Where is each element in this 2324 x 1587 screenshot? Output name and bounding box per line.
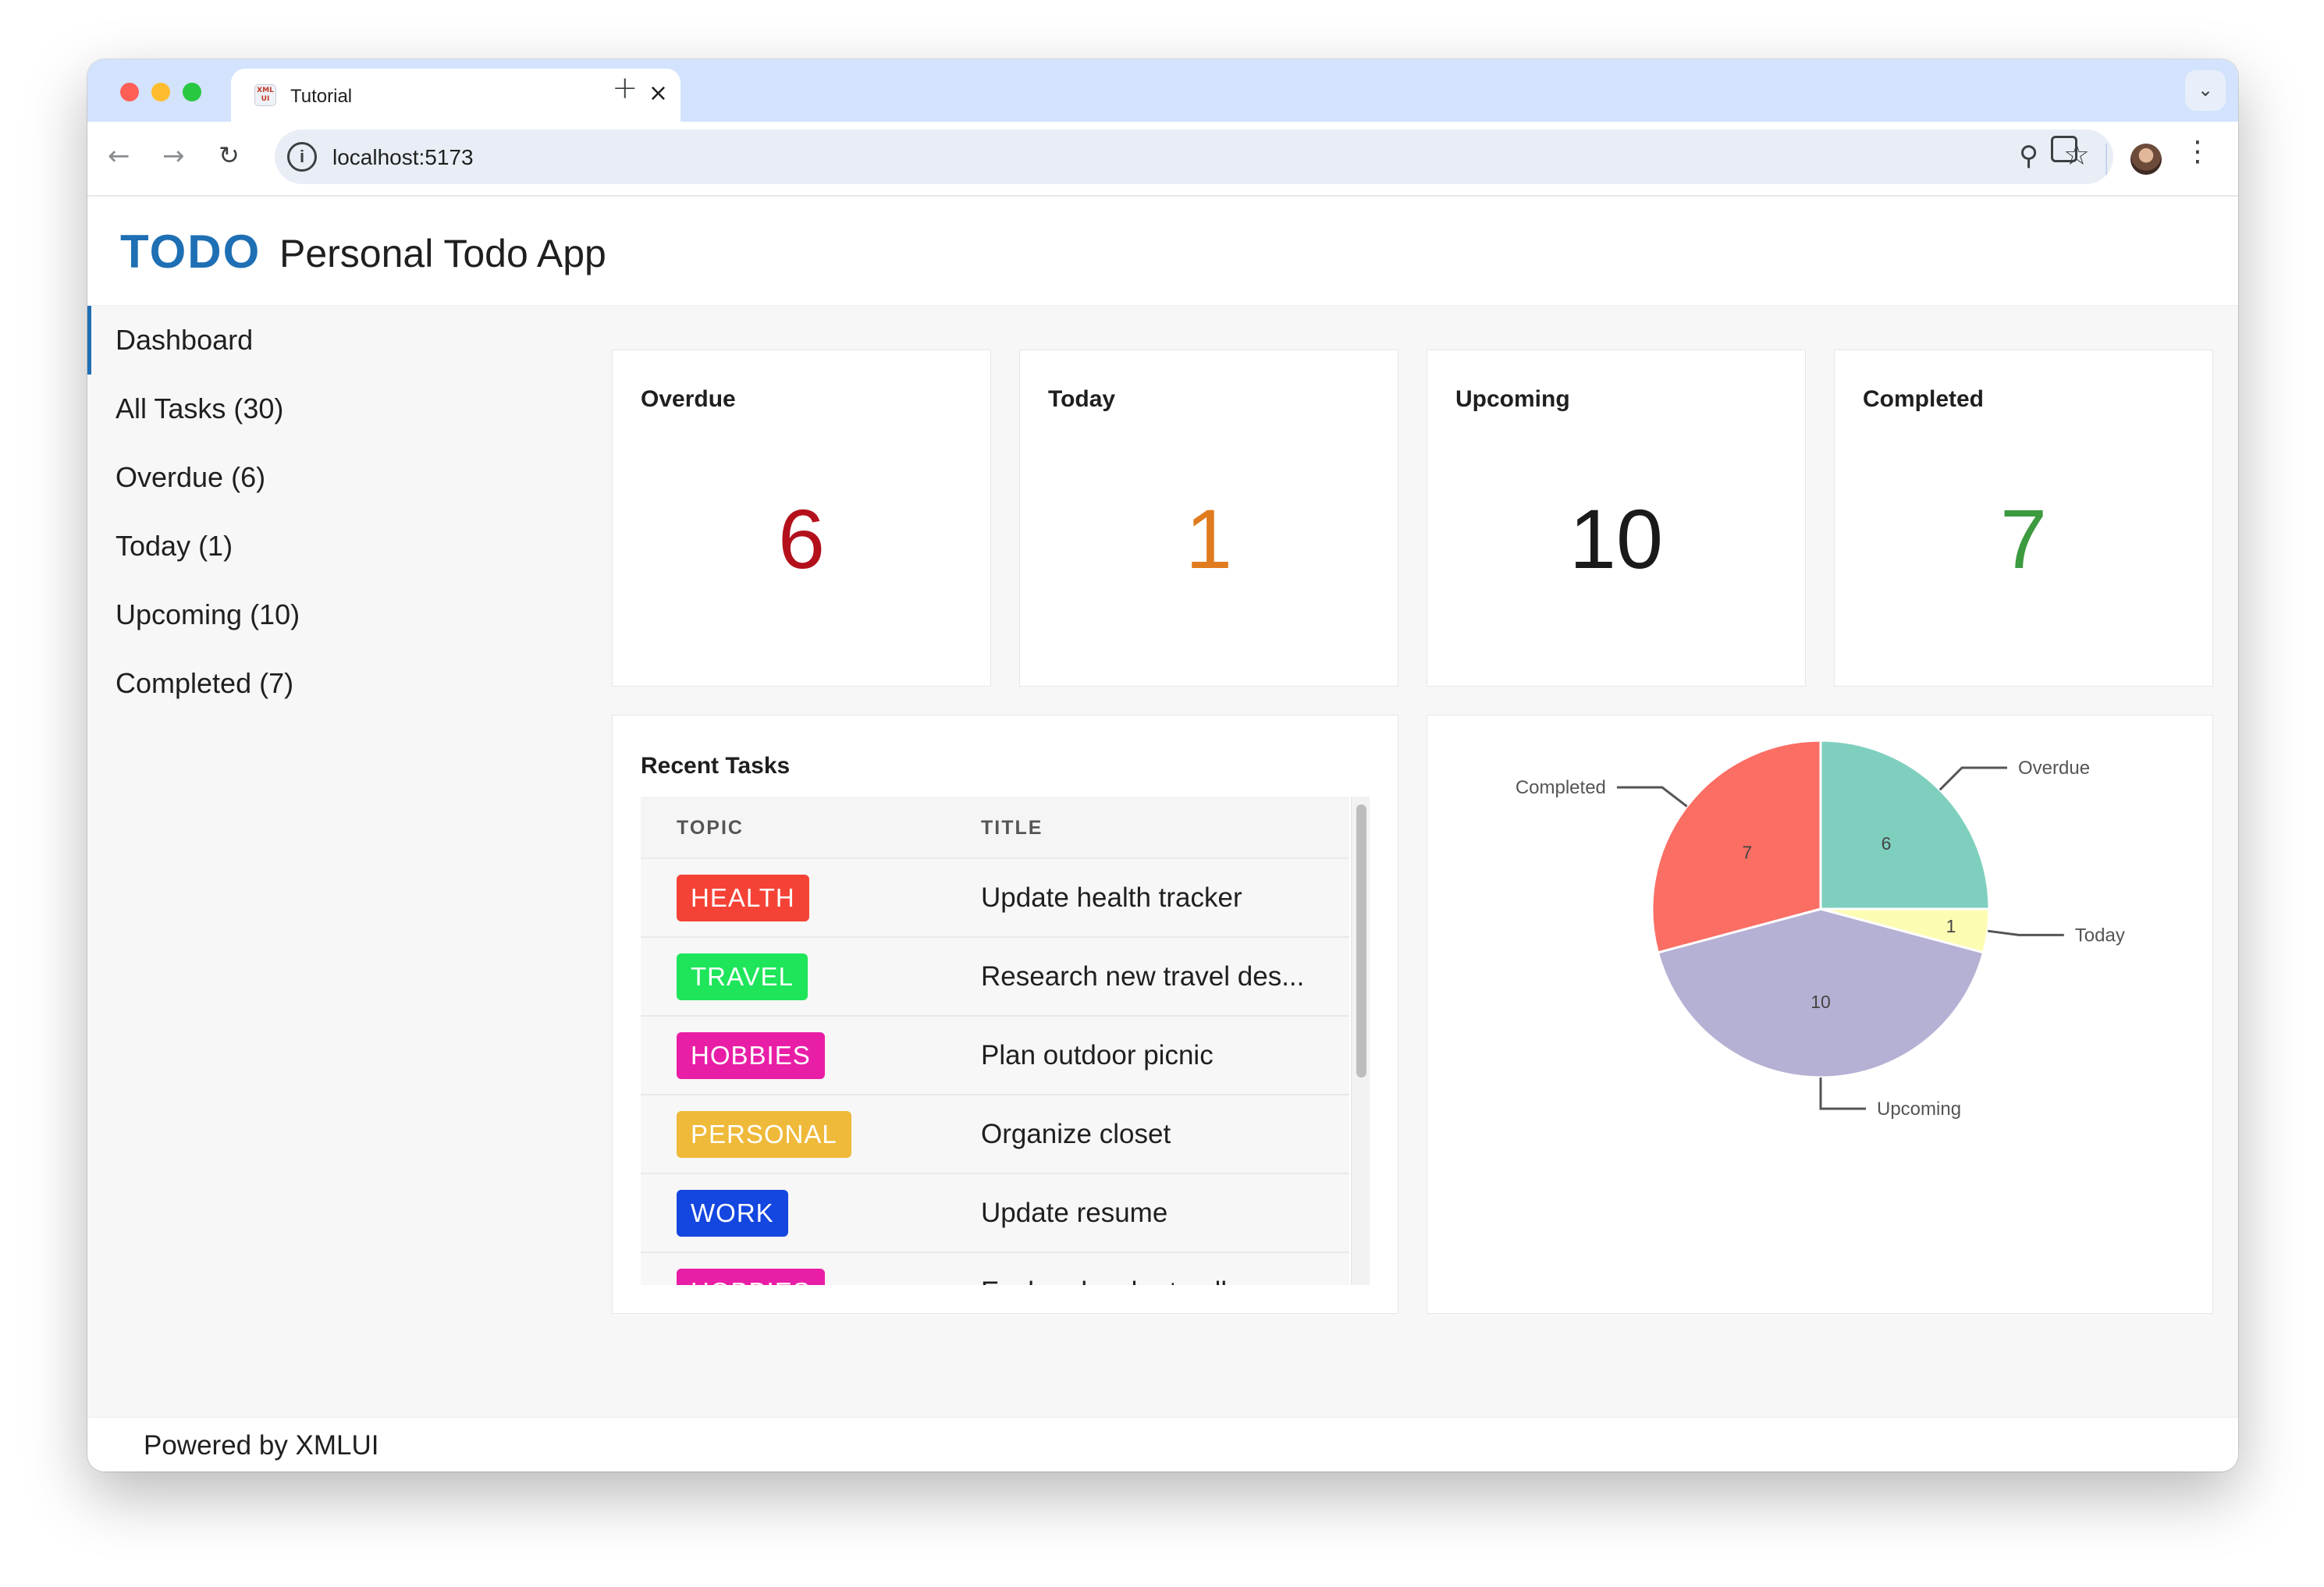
toolbar-divider <box>2105 144 2107 175</box>
stat-card-completed: Completed 7 <box>1834 350 2213 687</box>
pie-value-label: 6 <box>1882 833 1892 854</box>
stat-label: Overdue <box>641 386 736 412</box>
table-row[interactable]: TRAVEL Research new travel des... <box>641 938 1349 1017</box>
site-info-icon[interactable]: i <box>287 142 317 172</box>
minimize-window-button[interactable] <box>151 83 170 101</box>
footer-text: Powered by XMLUI <box>144 1430 379 1461</box>
maximize-window-button[interactable] <box>183 83 201 101</box>
task-title: Organize closet <box>981 1119 1171 1149</box>
pie-value-label: 10 <box>1811 992 1831 1012</box>
browser-toolbar: ← → ↻ i localhost:5173 ⚲ ☆ ⋮ <box>87 122 2238 197</box>
app-footer: Powered by XMLUI <box>87 1417 2238 1472</box>
url-text[interactable]: localhost:5173 <box>332 145 474 170</box>
zoom-icon[interactable]: ⚲ <box>2019 140 2038 172</box>
new-tab-icon[interactable]: + <box>612 70 638 106</box>
status-pie-chart: 6 Overdue 1 Today 10 Upcoming 7 Completed <box>1516 739 2125 1120</box>
tab-search-chevron-icon[interactable]: ⌄ <box>2185 70 2226 111</box>
browser-window: XML UI Tutorial × + ⌄ ← → ↻ i localhost:… <box>87 59 2238 1472</box>
topic-badge: TRAVEL <box>677 953 808 1000</box>
table-row[interactable]: WORK Update resume <box>641 1174 1349 1253</box>
tab-strip: XML UI Tutorial × + ⌄ <box>87 59 2238 122</box>
table-header: TOPIC TITLE <box>641 797 1349 859</box>
extensions-icon[interactable] <box>2051 136 2077 162</box>
sidebar: Dashboard All Tasks (30) Overdue (6) Tod… <box>87 306 582 1417</box>
pie-category-label: Overdue <box>2018 758 2090 779</box>
pie-slice-overdue[interactable] <box>1819 739 1991 911</box>
app-title: Personal Todo App <box>279 232 606 275</box>
table-scrollbar[interactable] <box>1351 797 1370 1285</box>
pie-leader-line <box>1819 1078 1866 1110</box>
forward-arrow-icon[interactable]: → <box>162 140 185 172</box>
close-window-button[interactable] <box>120 83 139 101</box>
task-title: Update health tracker <box>981 882 1242 913</box>
stat-card-upcoming: Upcoming 10 <box>1427 350 1806 687</box>
pie-value-label: 1 <box>1946 916 1956 936</box>
more-menu-icon[interactable]: ⋮ <box>2184 136 2212 168</box>
task-title: Explore local art gallery <box>981 1276 1265 1285</box>
pie-leader-line <box>1938 766 2008 791</box>
task-title: Research new travel des... <box>981 961 1305 992</box>
app-header: TODO Personal Todo App <box>87 197 2238 306</box>
table-row[interactable]: PERSONAL Organize closet <box>641 1095 1349 1174</box>
topic-badge: PERSONAL <box>677 1111 851 1158</box>
sidebar-item-today[interactable]: Today (1) <box>87 512 582 580</box>
task-title: Plan outdoor picnic <box>981 1040 1214 1070</box>
close-tab-icon[interactable]: × <box>649 80 668 107</box>
stat-label: Upcoming <box>1455 386 1570 412</box>
profile-avatar[interactable] <box>2130 144 2162 175</box>
pie-category-label: Upcoming <box>1877 1099 1961 1120</box>
sidebar-item-all-tasks[interactable]: All Tasks (30) <box>87 375 582 443</box>
column-header-topic[interactable]: TOPIC <box>677 817 744 840</box>
table-row[interactable]: HEALTH Update health tracker <box>641 859 1349 938</box>
sidebar-item-dashboard[interactable]: Dashboard <box>87 306 582 375</box>
main-content: Overdue 6 Today 1 Upcoming 10 Completed … <box>582 306 2238 1417</box>
recent-tasks-title: Recent Tasks <box>641 753 791 779</box>
task-title: Update resume <box>981 1198 1168 1228</box>
favicon-icon: XML UI <box>254 84 276 106</box>
stat-value: 6 <box>777 492 826 586</box>
pie-value-label: 7 <box>1742 843 1752 863</box>
sidebar-item-overdue[interactable]: Overdue (6) <box>87 443 582 512</box>
sidebar-item-upcoming[interactable]: Upcoming (10) <box>87 580 582 649</box>
status-pie-chart-card: 6 Overdue 1 Today 10 Upcoming 7 Completed <box>1427 715 2213 1314</box>
pie-category-label: Today <box>2075 925 2125 946</box>
stat-value: 10 <box>1569 492 1664 586</box>
tab-title: Tutorial <box>290 86 353 107</box>
pie-leader-line <box>1987 929 2064 936</box>
stat-value: 7 <box>1999 492 2048 586</box>
app-logo[interactable]: TODO <box>120 225 261 279</box>
pie-leader-line <box>1616 786 1688 808</box>
back-arrow-icon[interactable]: ← <box>108 140 130 172</box>
address-bar[interactable]: i localhost:5173 ⚲ ☆ <box>275 130 2113 184</box>
topic-badge: HEALTH <box>677 875 809 921</box>
sidebar-item-completed[interactable]: Completed (7) <box>87 649 582 718</box>
recent-tasks-table: TOPIC TITLE HEALTH Update health tracker… <box>641 797 1370 1285</box>
table-row[interactable]: HOBBIES Explore local art gallery <box>641 1253 1349 1285</box>
column-header-title[interactable]: TITLE <box>981 817 1043 840</box>
stat-value: 1 <box>1185 492 1233 586</box>
stat-card-overdue: Overdue 6 <box>612 350 991 687</box>
recent-tasks-card: Recent Tasks TOPIC TITLE HEALTH Update h… <box>612 715 1398 1314</box>
stat-label: Completed <box>1863 386 1985 412</box>
topic-badge: HOBBIES <box>677 1269 825 1285</box>
stat-label: Today <box>1048 386 1116 412</box>
reload-icon[interactable]: ↻ <box>219 140 240 170</box>
table-row[interactable]: HOBBIES Plan outdoor picnic <box>641 1017 1349 1095</box>
pie-category-label: Completed <box>1516 777 1606 798</box>
topic-badge: HOBBIES <box>677 1032 825 1079</box>
topic-badge: WORK <box>677 1190 788 1237</box>
stat-card-today: Today 1 <box>1019 350 1398 687</box>
scrollbar-thumb[interactable] <box>1356 804 1366 1078</box>
